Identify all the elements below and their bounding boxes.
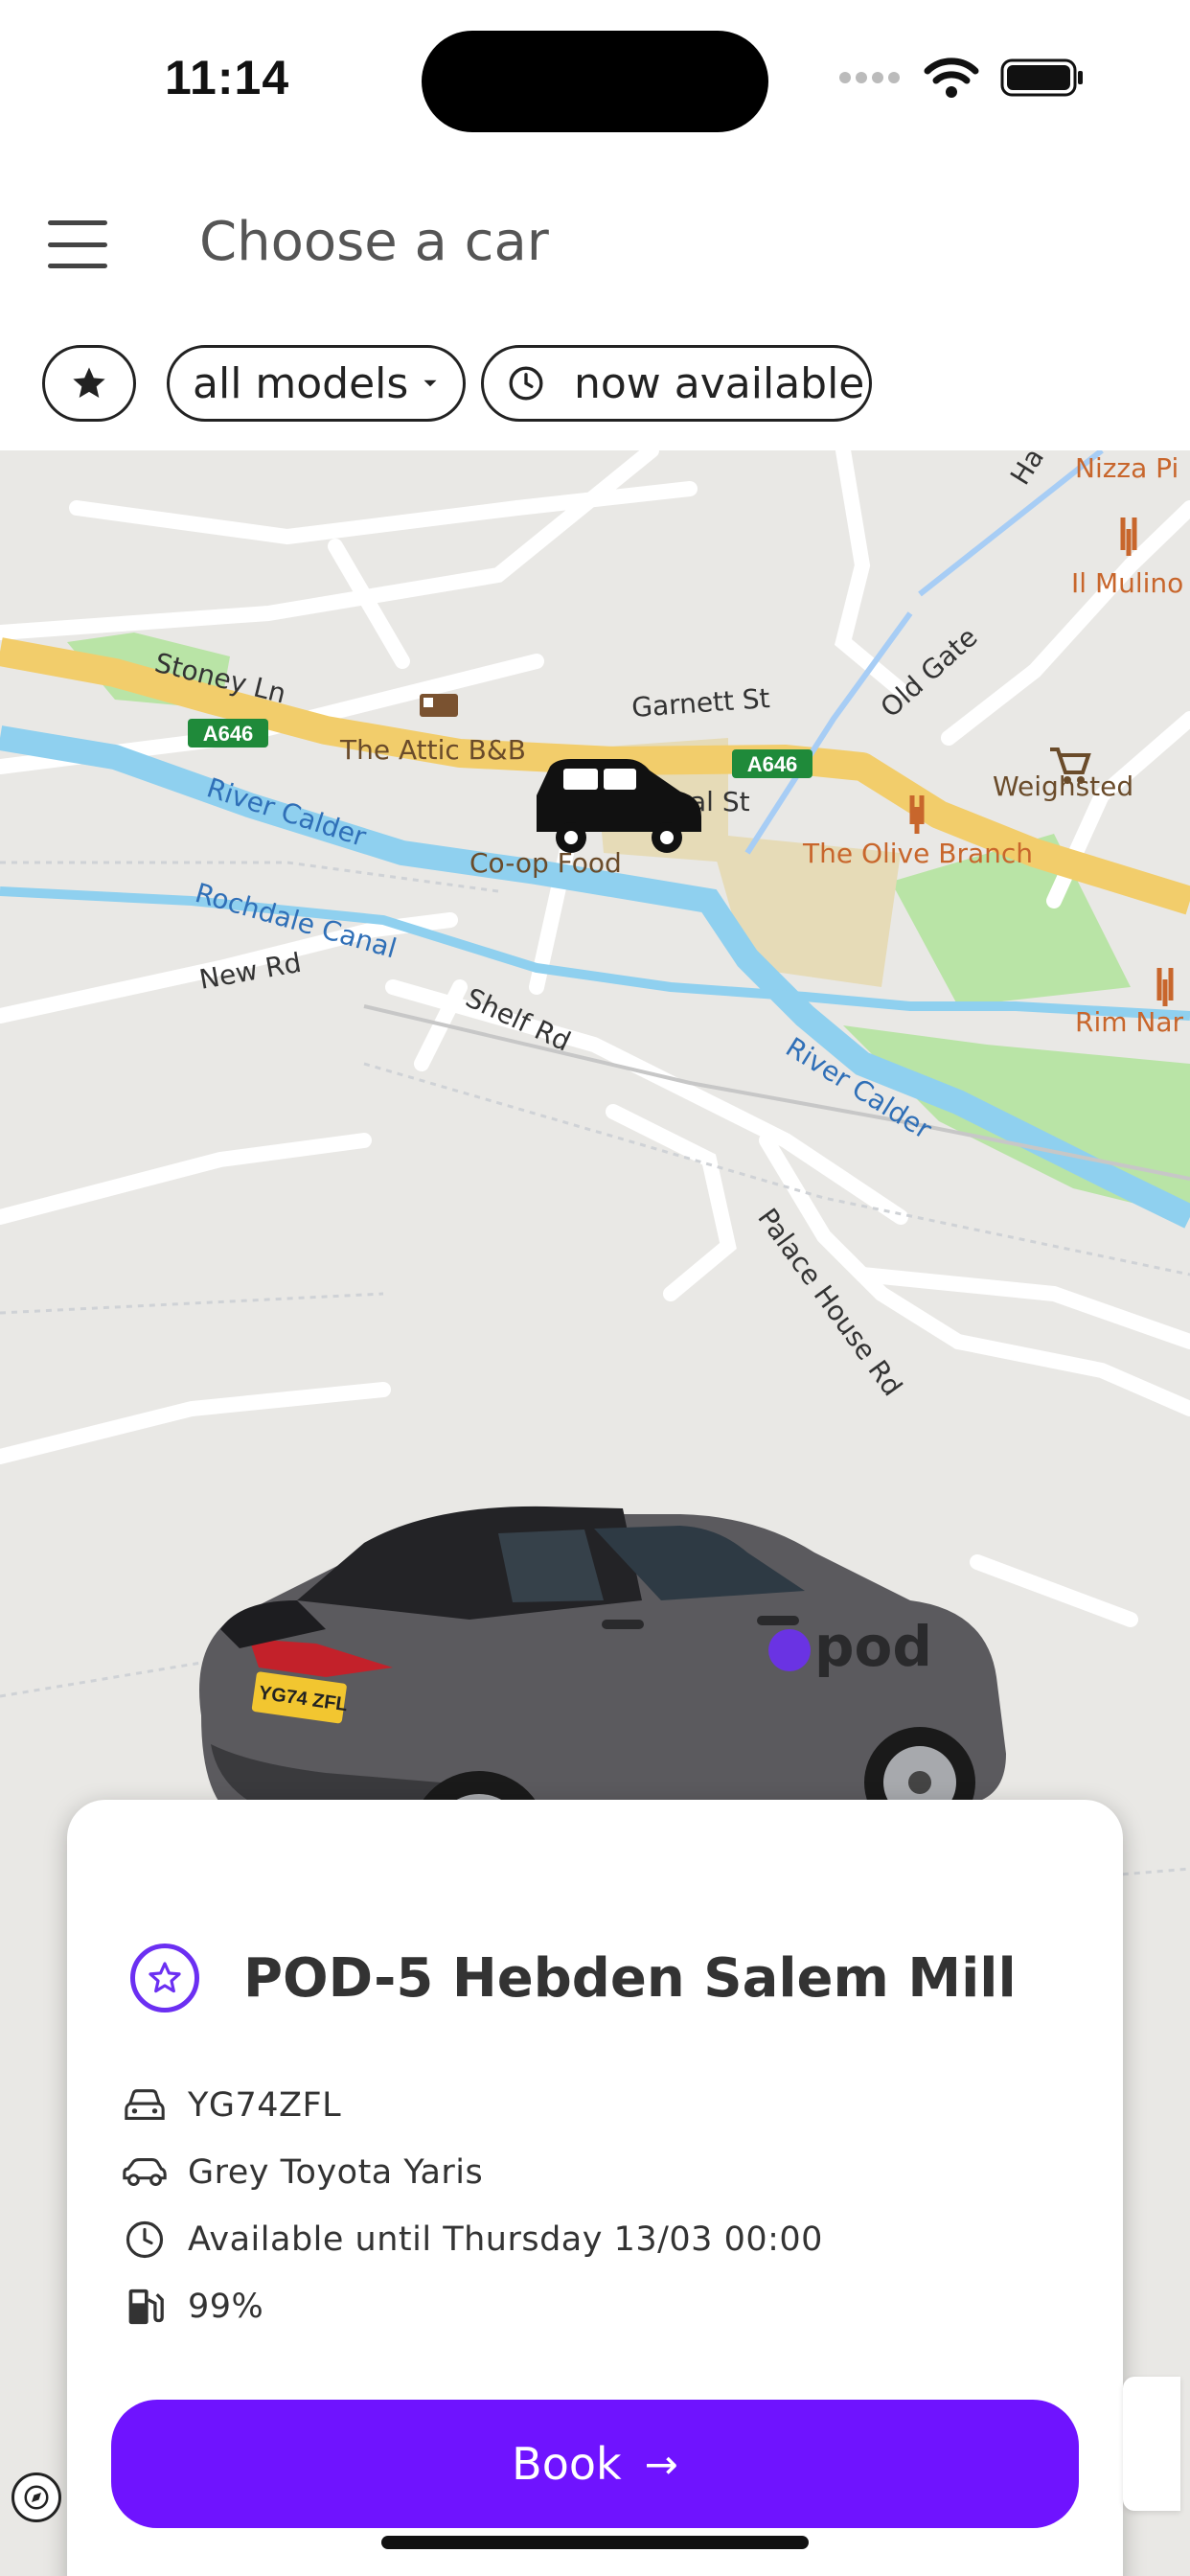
availability-row: Available until Thursday 13/03 00:00 xyxy=(121,2216,823,2264)
svg-text:Weighsted: Weighsted xyxy=(993,770,1133,802)
car-details-card: POD-5 Hebden Salem Mill YG74ZFL Grey Toy… xyxy=(67,1800,1123,2576)
app-header: Choose a car xyxy=(0,153,1190,335)
availability-text: Available until Thursday 13/03 00:00 xyxy=(188,2220,823,2259)
filter-bar: all models now available xyxy=(0,335,1190,450)
svg-text:A646: A646 xyxy=(747,752,798,776)
svg-text:Garnett St: Garnett St xyxy=(630,682,770,724)
page-title: Choose a car xyxy=(199,211,549,273)
home-indicator xyxy=(381,2536,809,2549)
svg-text:Co-op Food: Co-op Food xyxy=(469,847,622,879)
car-side-icon xyxy=(121,2149,169,2196)
clock-icon xyxy=(121,2216,169,2264)
status-time: 11:14 xyxy=(165,51,290,104)
models-filter-label: all models xyxy=(193,358,409,408)
hotel-icon xyxy=(420,694,458,717)
fuel-row: 99% xyxy=(121,2283,263,2331)
road-lane xyxy=(744,611,913,855)
fuel-text: 99% xyxy=(188,2288,264,2326)
availability-filter-label: now available xyxy=(574,358,865,408)
fuel-pump-icon xyxy=(121,2283,169,2331)
svg-text:The Attic B&B: The Attic B&B xyxy=(339,734,526,766)
svg-text:A646: A646 xyxy=(203,722,254,746)
arrow-right-icon: → xyxy=(644,2440,678,2488)
car-front-icon xyxy=(121,2082,169,2129)
model-text: Grey Toyota Yaris xyxy=(188,2153,484,2192)
svg-text:Shelf Rd: Shelf Rd xyxy=(461,981,576,1057)
car-title: POD-5 Hebden Salem Mill xyxy=(243,1946,1017,2010)
svg-text:The Olive Branch: The Olive Branch xyxy=(802,838,1033,869)
clock-icon xyxy=(509,366,543,401)
model-row: Grey Toyota Yaris xyxy=(121,2149,483,2196)
status-icons xyxy=(837,58,1085,98)
registration-text: YG74ZFL xyxy=(188,2086,342,2125)
star-icon xyxy=(73,367,105,398)
restaurant-icon xyxy=(1120,518,1137,556)
wifi-icon xyxy=(924,58,979,98)
favorite-star-icon[interactable] xyxy=(130,1944,199,2012)
models-filter-chip[interactable]: all models xyxy=(167,345,466,422)
card-title-row: POD-5 Hebden Salem Mill xyxy=(130,1944,1017,2012)
map-side-control[interactable] xyxy=(1123,2377,1180,2511)
favorites-filter-chip[interactable] xyxy=(42,345,136,422)
status-bar: 11:14 xyxy=(0,0,1190,153)
registration-row: YG74ZFL xyxy=(121,2082,341,2129)
caret-down-icon xyxy=(423,380,437,387)
road-shield-a646: A646 xyxy=(732,749,812,778)
map-info-icon[interactable] xyxy=(11,2472,61,2522)
book-button[interactable]: Book → xyxy=(111,2400,1079,2528)
svg-text:Ha: Ha xyxy=(1004,450,1050,491)
svg-text:Rim Nar: Rim Nar xyxy=(1075,1006,1184,1038)
road-shield-a646: A646 xyxy=(188,719,268,748)
pod-logo: pod xyxy=(814,1614,932,1679)
dynamic-island xyxy=(422,31,768,132)
cellular-signal-icon xyxy=(839,72,900,83)
svg-text:Nizza Pi: Nizza Pi xyxy=(1075,452,1179,484)
book-button-label: Book xyxy=(512,2438,622,2490)
battery-icon xyxy=(1000,58,1083,97)
svg-text:Il Mulino: Il Mulino xyxy=(1071,567,1183,599)
availability-filter-chip[interactable]: now available xyxy=(481,345,872,422)
restaurant-icon xyxy=(1156,968,1174,1006)
menu-icon[interactable] xyxy=(48,220,107,268)
svg-text:River Calder: River Calder xyxy=(203,771,371,853)
